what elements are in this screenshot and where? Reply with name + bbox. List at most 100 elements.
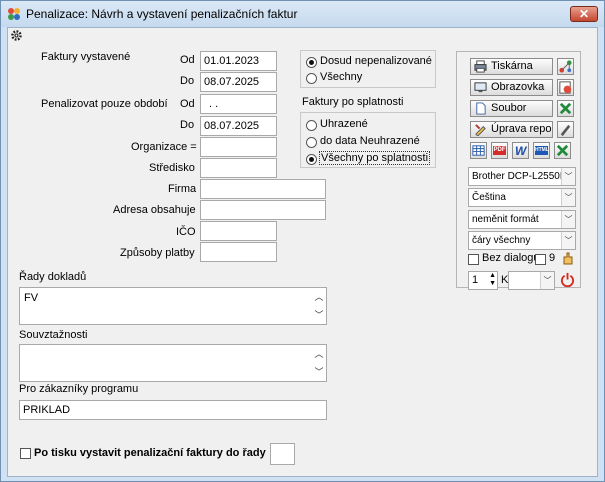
format-select-value: neměnit formát xyxy=(472,214,539,225)
chevron-down-icon: ﹀ xyxy=(540,272,554,289)
zpusoby-platby-label: Způsoby platby xyxy=(120,247,195,259)
organizace-label: Organizace = xyxy=(131,141,197,153)
splatnost-radio-uhrazene[interactable] xyxy=(306,120,317,131)
penalizovat-obdobi-label: Penalizovat pouze období xyxy=(41,98,168,110)
table-export-button[interactable] xyxy=(470,142,487,159)
obrazovka-button[interactable]: Obrazovka xyxy=(470,79,553,96)
status-group: Dosud nepenalizované Všechny xyxy=(300,50,436,88)
splatnost-label-vsechny: Všechny po splatnosti xyxy=(319,151,431,165)
hand-icon[interactable] xyxy=(561,251,575,265)
stredisko-label: Středisko xyxy=(149,162,195,174)
printer-select-value: Brother DCP-L2550D xyxy=(472,171,568,182)
souvztaznosti-scroll-up-icon[interactable]: ︿ xyxy=(313,347,325,360)
copies-value: 1 xyxy=(472,274,479,286)
zakaznik-field[interactable]: PRIKLAD xyxy=(19,400,327,420)
pdf-export-button[interactable]: PDF xyxy=(491,142,508,159)
status-label-vsechny: Všechny xyxy=(320,71,363,83)
firma-label: Firma xyxy=(168,183,197,195)
chevron-down-icon: ﹀ xyxy=(561,232,575,249)
network-icon xyxy=(559,60,572,73)
spin-down-icon[interactable]: ▼ xyxy=(489,280,496,288)
chevron-down-icon: ﹀ xyxy=(561,189,575,206)
stredisko-field[interactable] xyxy=(200,158,277,178)
splatnost-group: Uhrazené do data Neuhrazené Všechny po s… xyxy=(300,112,436,168)
excel-icon xyxy=(556,144,569,157)
copies-spinner[interactable]: 1 ▲ ▼ xyxy=(468,271,498,290)
po-tisku-checkbox[interactable] xyxy=(20,448,31,459)
faktury-vystavene-label: Faktury vystavené xyxy=(41,51,131,63)
po-tisku-label: Po tisku vystavit penalizační faktury do… xyxy=(34,447,266,459)
rady-scroll-up-icon[interactable]: ︿ xyxy=(313,290,325,303)
printer-settings-button[interactable] xyxy=(557,58,574,75)
vystavene-do-field[interactable]: 08.07.2025 xyxy=(200,72,277,92)
vystavene-od-field[interactable]: 01.01.2023 xyxy=(200,51,277,71)
nine-label: 9 xyxy=(549,252,556,264)
file-icon xyxy=(476,102,486,115)
print-panel: Tiskárna Obrazovka Soubor Úprava repor P… xyxy=(456,51,581,290)
excel-export-button-2[interactable] xyxy=(554,142,571,159)
word-export-button[interactable]: W xyxy=(512,142,529,159)
splatnost-radio-vsechny[interactable] xyxy=(306,154,317,165)
soubor-button[interactable]: Soubor xyxy=(470,100,553,117)
bez-dialogu-checkbox[interactable] xyxy=(468,254,479,265)
penal-do-field[interactable]: 08.07.2025 xyxy=(200,116,277,136)
ico-field[interactable] xyxy=(200,221,277,241)
chevron-down-icon: ﹀ xyxy=(561,168,575,185)
obrazovka-label: Obrazovka xyxy=(491,81,545,93)
rada-field[interactable] xyxy=(270,443,295,465)
html-export-button[interactable]: HTML xyxy=(533,142,550,159)
app-icon xyxy=(8,8,20,20)
k-select[interactable]: ﹀ xyxy=(508,271,555,290)
window: Penalizace: Návrh a vystavení penalizačn… xyxy=(0,0,605,482)
bez-dialogu-label: Bez dialogu xyxy=(482,252,540,264)
penal-do-label: Do xyxy=(180,119,195,131)
adresa-label: Adresa obsahuje xyxy=(113,204,196,216)
splatnost-radio-neuhrazene[interactable] xyxy=(306,137,317,148)
title-bar: Penalizace: Návrh a vystavení penalizačn… xyxy=(1,1,604,27)
vystavene-do-label: Do xyxy=(180,75,195,87)
power-icon[interactable] xyxy=(560,272,575,287)
status-label-nepenalizovane: Dosud nepenalizované xyxy=(320,55,432,67)
uprava-reportu-button[interactable]: Úprava repor xyxy=(470,121,553,138)
souvztaznosti-scroll-down-icon[interactable]: ﹀ xyxy=(313,365,325,378)
organizace-field[interactable] xyxy=(200,137,277,157)
pdf-icon: PDF xyxy=(493,146,506,155)
language-select[interactable]: Čeština ﹀ xyxy=(468,188,576,207)
printer-select[interactable]: Brother DCP-L2550D ﹀ xyxy=(468,167,576,186)
splatnost-title: Faktury po splatnosti xyxy=(302,96,404,108)
window-title: Penalizace: Návrh a vystavení penalizačn… xyxy=(26,7,298,21)
lines-select[interactable]: čáry všechny ﹀ xyxy=(468,231,576,250)
penal-od-field[interactable]: . . xyxy=(200,94,277,114)
format-select[interactable]: neměnit formát ﹀ xyxy=(468,210,576,229)
zakaznik-label: Pro zákazníky programu xyxy=(19,383,139,395)
edit-tool-button[interactable] xyxy=(557,121,574,138)
pencil-icon xyxy=(475,124,486,136)
adresa-field[interactable] xyxy=(200,200,326,220)
word-icon: W xyxy=(515,144,527,158)
preview-icon xyxy=(559,81,572,94)
preview-button[interactable] xyxy=(557,79,574,96)
uprava-label: Úprava repor xyxy=(491,123,553,135)
excel-export-button[interactable] xyxy=(557,100,574,117)
status-radio-nepenalizovane[interactable] xyxy=(306,57,317,68)
rady-dokladu-field[interactable]: FV ︿ ﹀ xyxy=(19,287,327,325)
dialog-client: Faktury vystavené Od 01.01.2023 Do 08.07… xyxy=(7,27,598,477)
splatnost-label-neuhrazene: do data Neuhrazené xyxy=(320,135,420,147)
vystavene-od-label: Od xyxy=(180,54,195,66)
splatnost-label-uhrazene: Uhrazené xyxy=(320,118,368,130)
monitor-icon xyxy=(474,82,487,93)
gear-icon[interactable] xyxy=(10,29,23,42)
rady-scroll-down-icon[interactable]: ﹀ xyxy=(313,308,325,321)
rady-dokladu-label: Řady dokladů xyxy=(19,271,87,283)
brush-icon xyxy=(560,124,571,137)
nine-checkbox[interactable] xyxy=(535,254,546,265)
status-radio-vsechny[interactable] xyxy=(306,73,317,84)
souvztaznosti-label: Souvztažnosti xyxy=(19,329,88,341)
zpusoby-platby-field[interactable] xyxy=(200,242,277,262)
tiskarna-button[interactable]: Tiskárna xyxy=(470,58,553,75)
excel-icon xyxy=(559,102,572,115)
close-button[interactable]: ✕ xyxy=(570,6,598,22)
firma-field[interactable] xyxy=(200,179,326,199)
spin-up-icon[interactable]: ▲ xyxy=(489,272,496,280)
souvztaznosti-field[interactable]: ︿ ﹀ xyxy=(19,344,327,382)
